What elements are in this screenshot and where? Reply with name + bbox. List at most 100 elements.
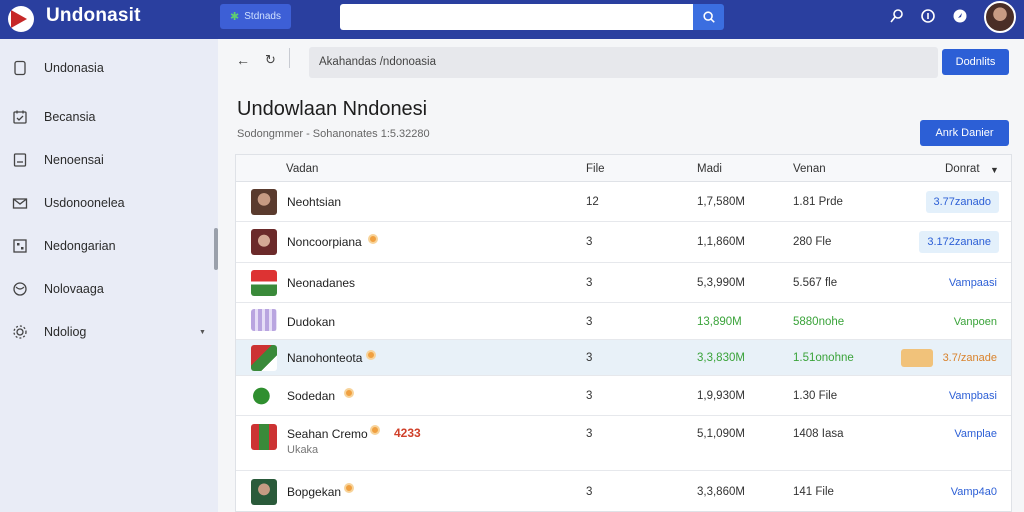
- row-size: 3,3,860M: [697, 486, 745, 498]
- header-size[interactable]: Madi: [697, 163, 722, 175]
- row-size: 5,1,090M: [697, 428, 745, 440]
- search-button[interactable]: [693, 4, 724, 30]
- top-action-button[interactable]: Dodnlits: [942, 49, 1009, 75]
- row-size: 3,3,830M: [697, 352, 745, 364]
- sidebar-item-5[interactable]: Nedongarian: [0, 226, 218, 266]
- row-thumbnail: [251, 424, 277, 450]
- table-row[interactable]: Seahan Cremo 4233 Ukaka 3 5,1,090M 1408 …: [236, 416, 1011, 471]
- search-icon: [702, 11, 715, 23]
- row-status-link[interactable]: Vamplae: [954, 428, 997, 440]
- row-size: 13,890M: [697, 316, 742, 328]
- sidebar: Undonasia Becansia Nenoensai Usdonoonele…: [0, 39, 218, 512]
- top-chip-button[interactable]: ✱ Stdnads: [220, 4, 291, 29]
- sidebar-item-1[interactable]: Undonasia: [0, 48, 218, 88]
- row-size: 1,7,580M: [697, 196, 745, 208]
- row-version: 1.51onohne: [793, 352, 854, 364]
- row-name: Neohtsian: [287, 195, 342, 209]
- table-row[interactable]: Sodedan 3 1,9,930M 1.30 File Vampbasi: [236, 376, 1011, 416]
- table-header: Vadan File Madi Venan Donrat ▼: [236, 155, 1011, 182]
- star-icon: ✱: [230, 11, 240, 23]
- sidebar-item-2[interactable]: Becansia: [0, 97, 218, 137]
- sidebar-item-6[interactable]: Nolovaaga: [0, 269, 218, 309]
- app-logo-icon[interactable]: [8, 6, 34, 32]
- gear-icon: [13, 325, 27, 339]
- row-version: 1408 Iasa: [793, 428, 844, 440]
- table-row[interactable]: Bopgekan 3 3,3,860M 141 File Vamp4a0: [236, 471, 1011, 511]
- sidebar-item-label: Nedongarian: [44, 239, 116, 253]
- pen-icon[interactable]: [889, 8, 905, 24]
- row-file: 3: [586, 486, 593, 498]
- row-status-link[interactable]: 3.7/zanade: [943, 352, 997, 364]
- sidebar-item-label: Becansia: [44, 110, 96, 124]
- top-chip-label: Stdnads: [244, 11, 281, 22]
- sidebar-item-4[interactable]: Usdonoonelea: [0, 183, 218, 223]
- row-name: Noncoorpiana: [287, 235, 362, 249]
- row-file: 3: [586, 428, 593, 440]
- page-title: Undowlaan Nndonesi: [237, 98, 428, 120]
- sidebar-item-3[interactable]: Nenoensai: [0, 140, 218, 180]
- table-row[interactable]: Neonadanes 3 5,3,990M 5.567 fle Vampaasi: [236, 263, 1011, 303]
- header-version[interactable]: Venan: [793, 163, 826, 175]
- row-size: 1,9,930M: [697, 390, 745, 402]
- row-name: Sodedan: [287, 389, 336, 403]
- address-field[interactable]: Akahandas /ndonoasia: [309, 47, 938, 78]
- note-icon: [13, 153, 27, 167]
- row-name: Nanohonteota: [287, 351, 363, 365]
- row-thumbnail: [251, 383, 277, 409]
- search-input[interactable]: [340, 4, 693, 30]
- row-status-link[interactable]: Vampaasi: [949, 277, 997, 289]
- row-version: 141 File: [793, 486, 834, 498]
- row-file: 3: [586, 352, 593, 364]
- refresh-icon[interactable]: ↻: [265, 52, 276, 68]
- row-file: 3: [586, 277, 593, 289]
- table-row[interactable]: Noncoorpiana 3 1,1,860M 280 Fle 3.172zan…: [236, 222, 1011, 263]
- primary-action-button[interactable]: Anrk Danier: [920, 120, 1009, 146]
- row-version: 280 Fle: [793, 236, 832, 248]
- chevron-down-icon: ▼: [199, 328, 206, 336]
- row-file: 12: [586, 196, 599, 208]
- status-dot-icon: [344, 388, 354, 398]
- row-status-link[interactable]: Vamp4a0: [951, 486, 997, 498]
- sidebar-item-label: Usdonoonelea: [44, 196, 125, 210]
- calendar-icon: [13, 110, 27, 124]
- grid-icon: [13, 239, 27, 253]
- table-row[interactable]: Dudokan 3 13,890M 5880nohe Vanpoen: [236, 303, 1011, 340]
- sidebar-item-label: Undonasia: [44, 61, 104, 75]
- user-avatar[interactable]: [984, 1, 1016, 33]
- header-file[interactable]: File: [586, 163, 605, 175]
- row-status-link[interactable]: Vanpoen: [954, 316, 997, 328]
- table-row[interactable]: Neohtsian 12 1,7,580M 1.81 Prde 3.77zana…: [236, 182, 1011, 222]
- row-thumbnail: [251, 189, 277, 215]
- row-thumbnail: [251, 309, 277, 331]
- status-dot-icon: [344, 483, 354, 493]
- app-title: Undonasit: [46, 5, 141, 26]
- status-badge[interactable]: 3.77zanado: [925, 191, 999, 213]
- row-file: 3: [586, 236, 593, 248]
- sidebar-item-7[interactable]: Ndoliog ▼: [0, 312, 218, 352]
- row-version: 1.30 File: [793, 390, 838, 402]
- info-icon[interactable]: [920, 8, 936, 24]
- phone-icon: [14, 60, 26, 76]
- row-size: 1,1,860M: [697, 236, 745, 248]
- row-version: 5880nohe: [793, 316, 845, 328]
- sidebar-item-label: Ndoliog: [44, 325, 87, 339]
- status-badge[interactable]: 3.172zanane: [919, 231, 999, 253]
- header-name[interactable]: Vadan: [286, 163, 318, 175]
- row-status-link[interactable]: Vampbasi: [949, 390, 997, 402]
- globe-icon: [13, 282, 27, 296]
- back-arrow-icon[interactable]: ←: [236, 52, 250, 68]
- notification-icon[interactable]: [952, 8, 968, 24]
- row-subtitle: Ukaka: [287, 444, 319, 456]
- table-row[interactable]: Nanohonteota 3 3,3,830M 1.51onohne 3.7/z…: [236, 340, 1011, 376]
- header-status[interactable]: Donrat: [945, 163, 980, 175]
- row-name: Seahan Cremo: [287, 427, 368, 441]
- status-dot-icon: [368, 234, 378, 244]
- row-size: 5,3,990M: [697, 277, 745, 289]
- page-subtitle: Sodongmmer - Sohanonates 1:5.32280: [237, 128, 430, 140]
- row-badge-number: 4233: [394, 426, 421, 440]
- tag-badge: [901, 349, 933, 367]
- row-thumbnail: [251, 229, 277, 255]
- status-dot-icon: [366, 350, 376, 360]
- chevron-down-icon[interactable]: ▼: [990, 165, 999, 175]
- row-version: 5.567 fle: [793, 277, 838, 289]
